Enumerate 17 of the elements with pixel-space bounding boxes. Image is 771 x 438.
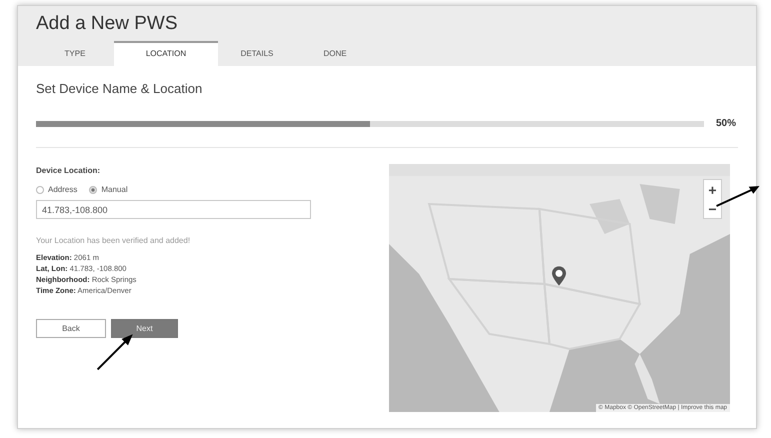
radio-button[interactable] — [89, 186, 98, 194]
field-label: Device Location: — [36, 166, 102, 175]
tab[interactable]: LOCATION — [114, 41, 218, 66]
input-field[interactable]: 41.783,-108.800 — [36, 200, 311, 219]
next-button[interactable]: Next — [111, 319, 178, 338]
section-title: Set Device Name & Location — [36, 81, 204, 96]
window-title: Add a New PWS — [36, 13, 178, 35]
radio-label[interactable]: Manual — [101, 185, 128, 194]
map-pin-icon — [552, 266, 566, 286]
radio-label[interactable]: Address — [48, 185, 78, 194]
status-message: Your Location has been verified and added! — [36, 236, 192, 245]
tab[interactable]: TYPE — [36, 41, 114, 66]
radio-button[interactable] — [36, 186, 44, 194]
back-button[interactable]: Back — [36, 319, 106, 338]
tab[interactable]: DETAILS — [218, 41, 296, 66]
progress-reading: 50% — [716, 118, 738, 129]
tab[interactable]: DONE — [296, 41, 374, 66]
